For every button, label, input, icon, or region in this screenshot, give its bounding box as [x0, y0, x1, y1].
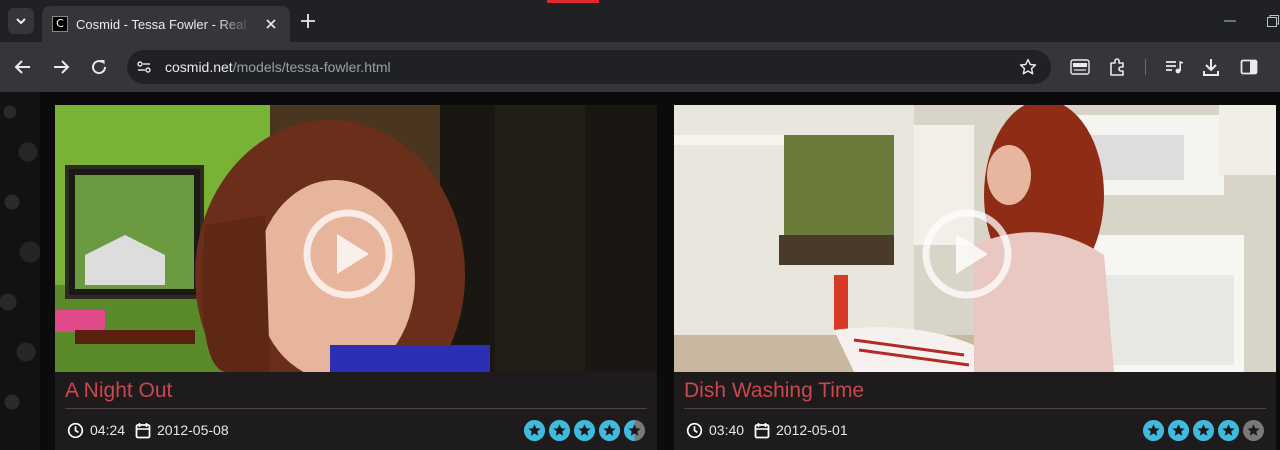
- video-title[interactable]: Dish Washing Time: [684, 379, 864, 403]
- duration-text: 03:40: [709, 422, 745, 438]
- page-content: A Night Out 04:24 2012-05-08 Dish Washin…: [0, 92, 1280, 450]
- favicon: C: [52, 16, 68, 32]
- divider: [65, 408, 647, 409]
- release-date: 2012-05-08: [135, 420, 229, 440]
- calendar-icon: [754, 422, 770, 438]
- star-full-icon: [1168, 420, 1189, 441]
- star-empty-icon: [1243, 420, 1264, 441]
- extensions-button[interactable]: [1107, 57, 1127, 77]
- calendar-icon: [135, 422, 151, 438]
- media-queue-button[interactable]: [1164, 57, 1184, 77]
- divider: [684, 408, 1266, 409]
- star-rating: [1139, 420, 1264, 441]
- video-info-bar: A Night Out 04:24 2012-05-08: [55, 372, 657, 450]
- star-full-icon: [1218, 420, 1239, 441]
- site-info-icon[interactable]: [136, 59, 152, 75]
- url-path: /models/tessa-fowler.html: [232, 59, 391, 75]
- star-half-icon: [624, 420, 645, 441]
- side-panel-button[interactable]: [1239, 57, 1259, 77]
- download-icon: [1203, 59, 1219, 76]
- extensions-icon: [1110, 58, 1124, 76]
- tab-title: Cosmid - Tessa Fowler - Real Beauty: [76, 16, 252, 32]
- damask-background: [0, 92, 40, 450]
- restore-icon[interactable]: [1266, 14, 1280, 28]
- date-text: 2012-05-01: [776, 422, 848, 438]
- reload-icon: [92, 60, 107, 75]
- toolbar-separator: [1145, 59, 1146, 75]
- star-full-icon: [549, 420, 570, 441]
- video-card[interactable]: A Night Out 04:24 2012-05-08: [55, 105, 657, 450]
- address-bar[interactable]: cosmid.net/models/tessa-fowler.html: [127, 50, 1051, 84]
- video-info-bar: Dish Washing Time 03:40 2012-05-01: [674, 372, 1276, 450]
- url-text: cosmid.net/models/tessa-fowler.html: [165, 59, 391, 75]
- star-full-icon: [1143, 420, 1164, 441]
- bookmark-star-icon[interactable]: [1019, 58, 1037, 76]
- quality-badge-button[interactable]: [1070, 57, 1090, 77]
- quality-badge-icon: [1070, 59, 1090, 75]
- duration: 04:24: [67, 420, 125, 440]
- minimize-icon[interactable]: [1223, 14, 1237, 28]
- tab-strip: C Cosmid - Tessa Fowler - Real Beauty: [0, 0, 1280, 42]
- star-rating: [520, 420, 645, 441]
- release-date: 2012-05-01: [754, 420, 848, 440]
- close-icon[interactable]: [262, 15, 280, 33]
- clock-icon: [686, 422, 703, 438]
- browser-tab[interactable]: C Cosmid - Tessa Fowler - Real Beauty: [42, 6, 290, 42]
- chevron-down-icon: [16, 18, 26, 25]
- video-thumbnail[interactable]: [55, 105, 657, 372]
- back-button[interactable]: [13, 57, 33, 77]
- star-full-icon: [574, 420, 595, 441]
- tab-search-button[interactable]: [8, 8, 34, 34]
- star-full-icon: [1193, 420, 1214, 441]
- toolbar: cosmid.net/models/tessa-fowler.html: [0, 42, 1280, 92]
- duration: 03:40: [686, 420, 744, 440]
- star-full-icon: [599, 420, 620, 441]
- recording-indicator: [547, 0, 599, 3]
- download-button[interactable]: [1201, 57, 1221, 77]
- duration-text: 04:24: [90, 422, 126, 438]
- date-text: 2012-05-08: [157, 422, 229, 438]
- video-thumbnail[interactable]: [674, 105, 1276, 372]
- video-title[interactable]: A Night Out: [65, 379, 172, 403]
- url-host: cosmid.net: [165, 59, 233, 75]
- forward-icon: [54, 60, 70, 74]
- back-icon: [14, 60, 30, 74]
- play-icon[interactable]: [922, 209, 1012, 299]
- star-full-icon: [524, 420, 545, 441]
- play-icon[interactable]: [303, 209, 393, 299]
- forward-button[interactable]: [51, 57, 71, 77]
- side-panel-icon: [1240, 59, 1258, 75]
- plus-icon[interactable]: [298, 11, 318, 31]
- media-queue-icon: [1166, 60, 1184, 74]
- reload-button[interactable]: [89, 57, 109, 77]
- video-card[interactable]: Dish Washing Time 03:40 2012-05-01: [674, 105, 1276, 450]
- clock-icon: [67, 422, 84, 438]
